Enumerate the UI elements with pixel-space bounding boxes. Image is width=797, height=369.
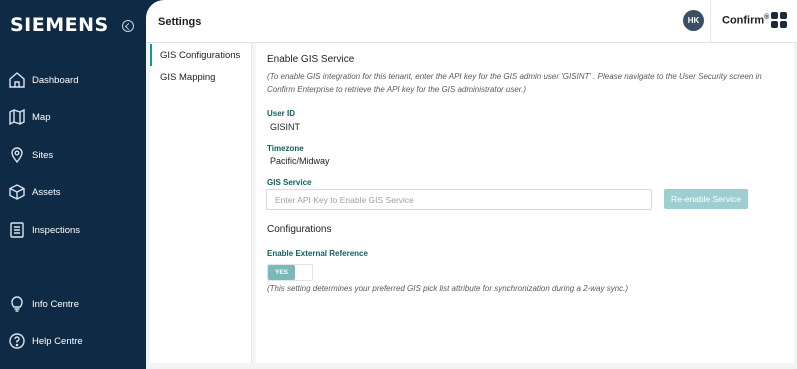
sidebar-item-info-centre[interactable]: Info Centre [0,291,146,317]
checklist-icon [8,221,26,239]
external-reference-hint: (This setting determines your preferred … [267,284,629,293]
timezone-value: Pacific/Midway [270,156,330,166]
external-reference-label: Enable External Reference [267,249,368,258]
user-id-label: User ID [267,109,296,118]
map-icon [8,108,26,126]
help-circle-icon [8,332,26,350]
app-window: SIEMENS Dashboard Map Sites Assets Inspe… [0,0,797,369]
page-title: Settings [158,16,202,28]
brand-name: Confirm [722,14,765,27]
gis-config-panel: Enable GIS Service (To enable GIS integr… [256,43,794,363]
brand-mark: ® [764,14,770,21]
toggle-knob: YES [268,265,295,280]
sidebar-item-map[interactable]: Map [0,104,146,130]
reenable-service-button[interactable]: Re-enable Service [664,189,748,209]
sidebar-item-label: Info Centre [32,298,79,310]
enable-gis-hint: (To enable GIS integration for this tena… [267,72,762,94]
sidebar-item-help-centre[interactable]: Help Centre [0,328,146,354]
app-grid-icon[interactable] [771,12,788,29]
gis-service-label: GIS Service [267,178,312,187]
external-reference-toggle[interactable]: YES [267,264,313,281]
sidebar-item-label: Assets [32,186,61,198]
configurations-title: Configurations [267,224,332,235]
confirm-brand: Confirm® [722,14,769,27]
sidebar-item-label: Map [32,111,51,123]
settings-subnav: GIS Configurations GIS Mapping [150,43,252,363]
collapse-sidebar-icon[interactable] [122,20,134,32]
header-divider [710,0,711,43]
user-avatar[interactable]: HK [683,10,704,31]
home-icon [8,71,26,89]
timezone-label: Timezone [267,144,304,153]
sidebar-item-label: Help Centre [32,335,83,347]
user-id-value: GISINT [270,122,301,132]
location-pin-icon [8,146,26,164]
sidebar-item-label: Inspections [32,224,81,236]
lightbulb-icon [8,295,26,313]
sidebar: SIEMENS Dashboard Map Sites Assets Inspe… [0,0,146,369]
sidebar-item-label: Sites [32,149,54,161]
section-title-enable-gis: Enable GIS Service [267,54,355,65]
api-key-input[interactable] [266,189,652,210]
sidebar-item-sites[interactable]: Sites [0,142,146,168]
sidebar-item-dashboard[interactable]: Dashboard [0,67,146,93]
siemens-logo: SIEMENS [10,14,109,36]
sidebar-item-label: Dashboard [32,74,79,86]
subnav-gis-mapping[interactable]: GIS Mapping [150,66,252,88]
cube-icon [8,183,26,201]
logo-row: SIEMENS [10,14,140,36]
subnav-gis-configurations[interactable]: GIS Configurations [150,44,252,66]
sidebar-item-inspections[interactable]: Inspections [0,217,146,243]
sidebar-item-assets[interactable]: Assets [0,179,146,205]
